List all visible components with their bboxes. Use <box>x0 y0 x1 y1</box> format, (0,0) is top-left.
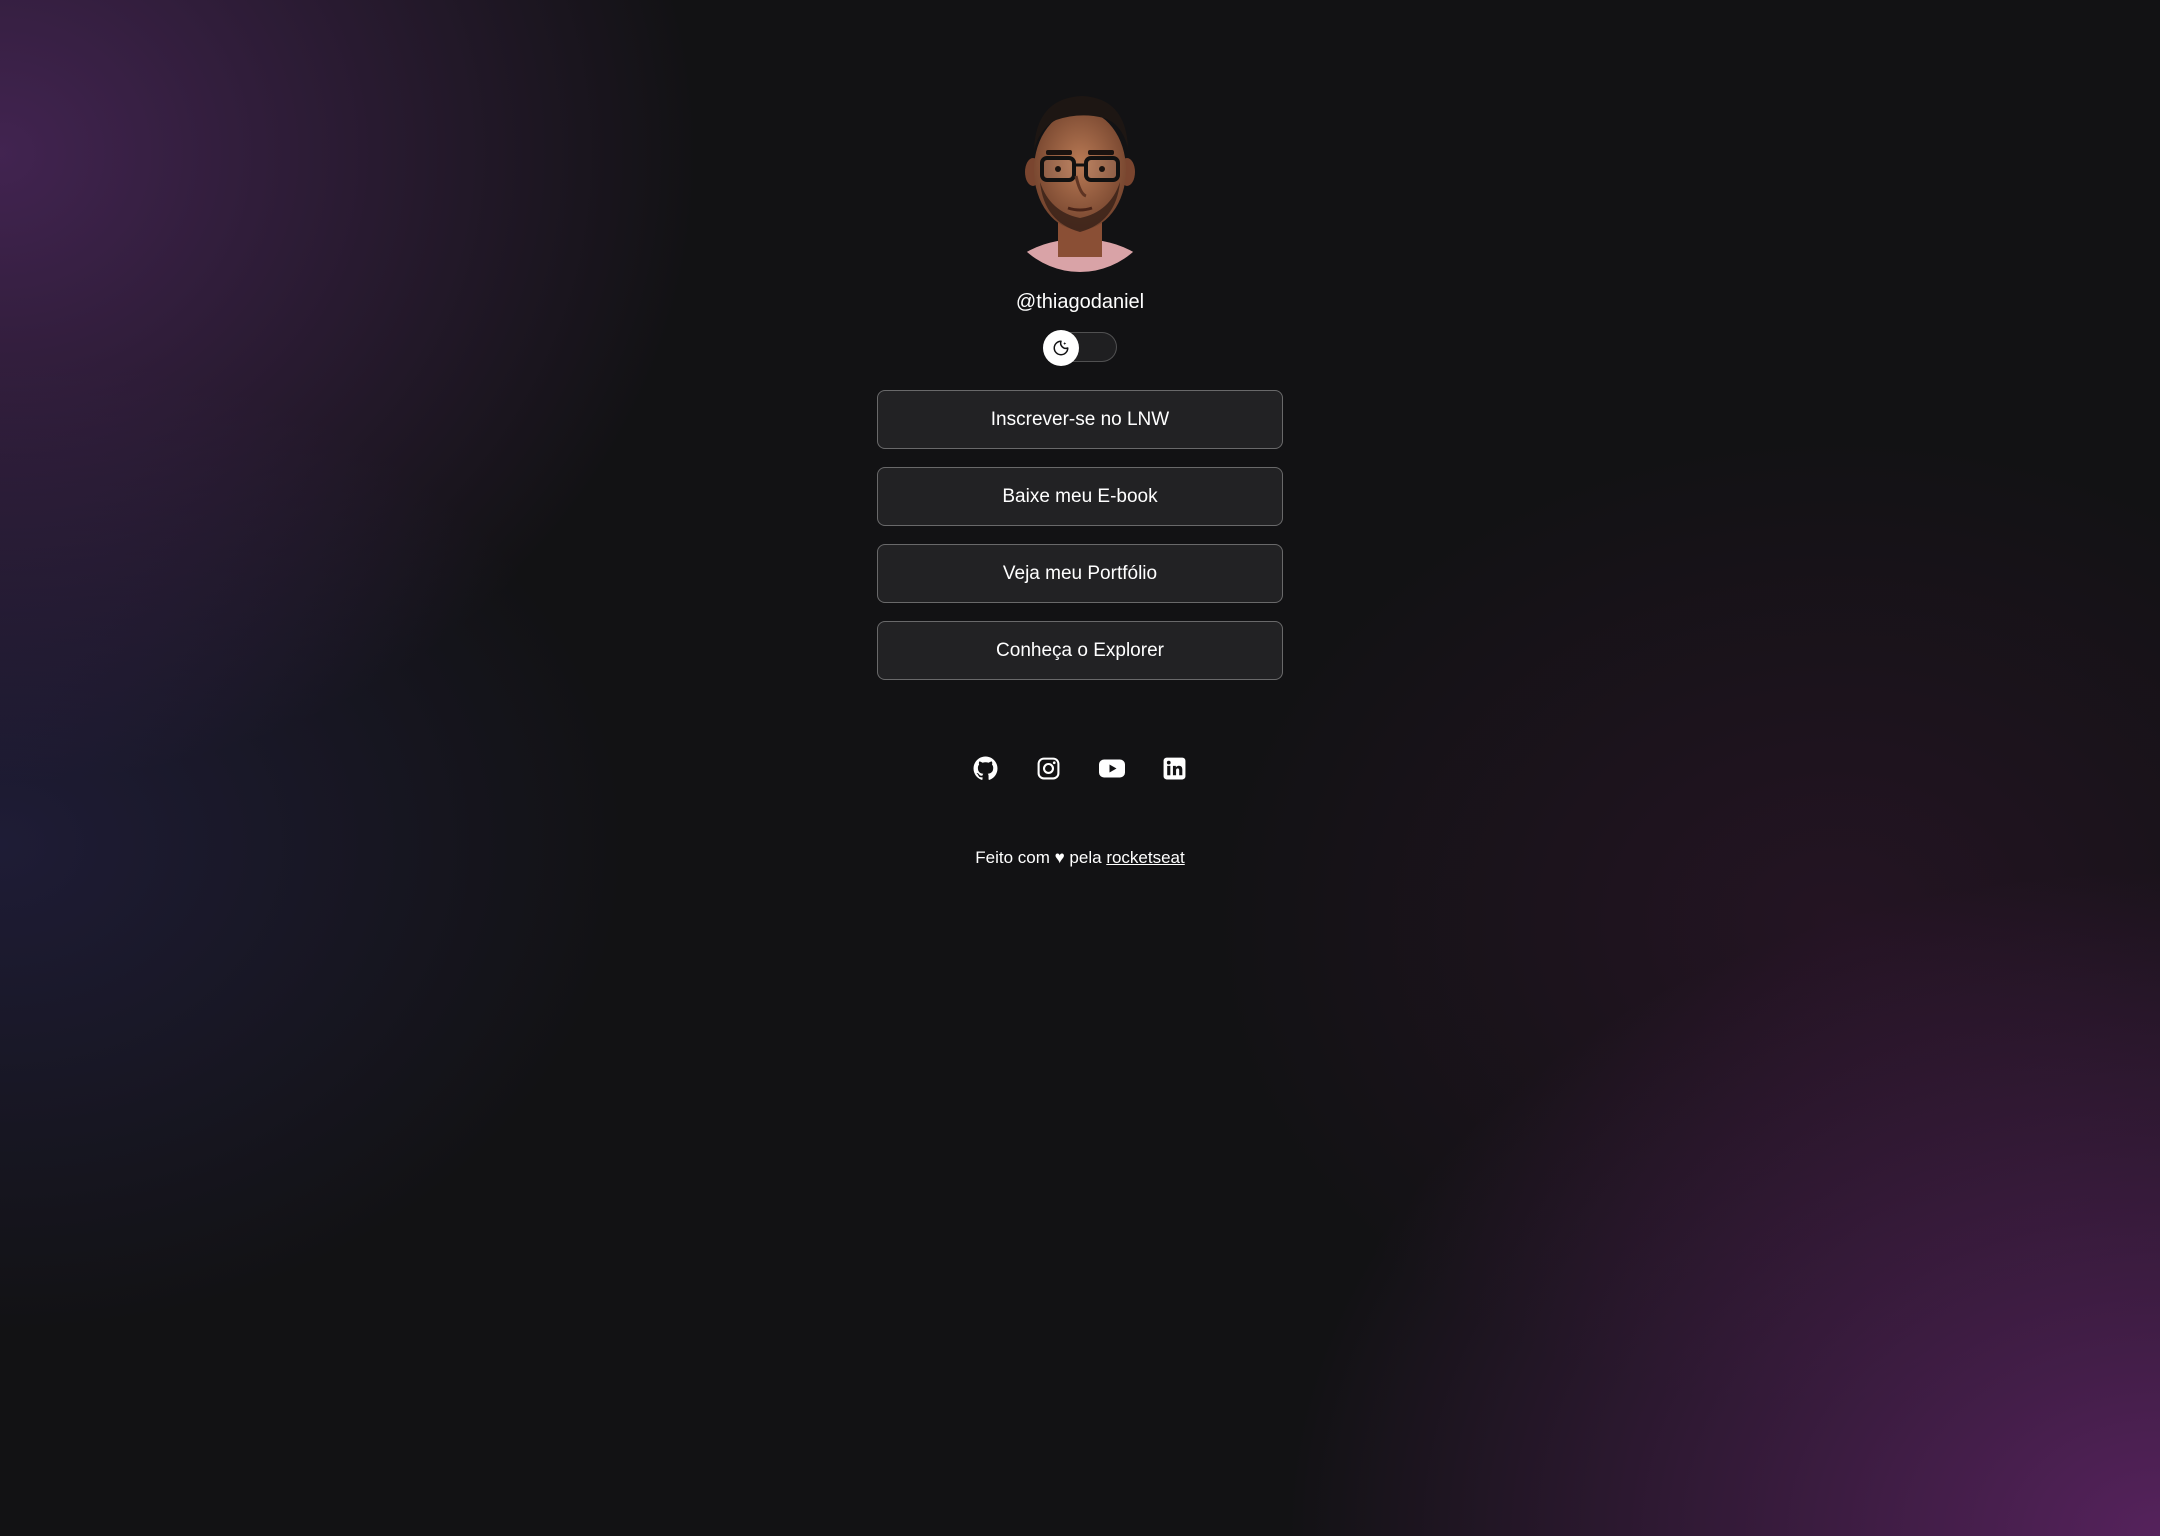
link-list: Inscrever-se no LNW Baixe meu E-book Vej… <box>877 390 1283 680</box>
username: @thiagodaniel <box>1015 291 1145 313</box>
theme-switch[interactable] <box>1043 330 1117 366</box>
avatar-image <box>1002 96 1158 272</box>
explorer-button[interactable]: Conheça o Explorer <box>877 621 1283 680</box>
link-list-item: Veja meu Portfólio <box>877 544 1283 603</box>
linkedin-icon <box>1163 757 1186 780</box>
moon-icon <box>1053 340 1069 356</box>
youtube-icon <box>1098 759 1125 778</box>
theme-switch-knob[interactable] <box>1043 330 1079 366</box>
instagram-icon <box>1037 757 1060 780</box>
link-list-item: Baixe meu E-book <box>877 467 1283 526</box>
portfolio-button[interactable]: Veja meu Portfólio <box>877 544 1283 603</box>
footer-text: Feito com ♥ pela <box>975 848 1102 867</box>
linkedin-link[interactable] <box>1158 752 1191 785</box>
profile-card: @thiagodaniel Inscrever-se no LNW Baixe … <box>877 72 1283 869</box>
avatar <box>1000 72 1160 280</box>
instagram-link[interactable] <box>1032 752 1065 785</box>
github-link[interactable] <box>969 752 1002 785</box>
social-links <box>969 752 1191 785</box>
youtube-link[interactable] <box>1095 752 1128 785</box>
subscribe-lnw-button[interactable]: Inscrever-se no LNW <box>877 390 1283 449</box>
download-ebook-button[interactable]: Baixe meu E-book <box>877 467 1283 526</box>
footer: Feito com ♥ pela rocketseat <box>975 847 1185 869</box>
github-icon <box>973 756 998 780</box>
link-list-item: Inscrever-se no LNW <box>877 390 1283 449</box>
link-list-item: Conheça o Explorer <box>877 621 1283 680</box>
rocketseat-link[interactable]: rocketseat <box>1106 848 1184 867</box>
